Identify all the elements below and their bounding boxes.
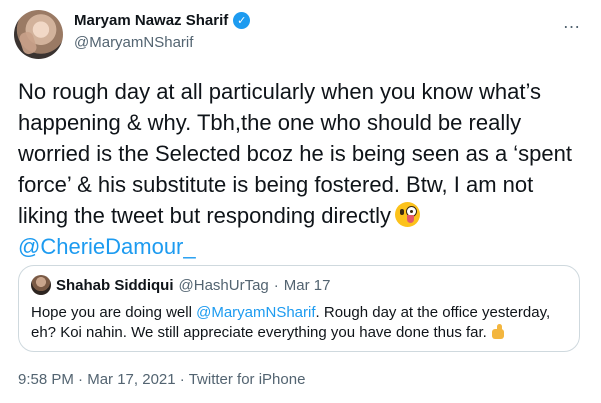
footer-separator-1: · <box>78 371 84 388</box>
author-display-name[interactable]: Maryam Nawaz Sharif <box>74 12 228 29</box>
quoted-author-avatar <box>31 275 51 295</box>
quoted-author-name: Shahab Siddiqui <box>56 276 174 294</box>
mention-link[interactable]: @CherieDamour_ <box>18 234 196 259</box>
tweet-card: Maryam Nawaz Sharif ✓ @MaryamNSharif … N… <box>0 0 601 403</box>
winking-face-with-tongue-icon <box>395 202 420 227</box>
tweet-metadata: 9:58 PM · Mar 17, 2021 · Twitter for iPh… <box>18 371 305 388</box>
quoted-tweet-header: Shahab Siddiqui @HashUrTag · Mar 17 <box>31 275 330 295</box>
tweet-date[interactable]: Mar 17, 2021 <box>87 371 175 388</box>
thumbs-up-icon <box>491 324 508 339</box>
quoted-author-handle: @HashUrTag <box>178 276 269 294</box>
tweet-time[interactable]: 9:58 PM <box>18 371 74 388</box>
quoted-separator: · <box>273 276 279 294</box>
quoted-text-before: Hope you are doing well <box>31 304 197 321</box>
quoted-tweet-text: Hope you are doing well @MaryamNSharif. … <box>31 303 571 343</box>
quoted-mention-link[interactable]: @MaryamNSharif <box>196 304 315 321</box>
tweet-text-body: No rough day at all particularly when yo… <box>18 79 572 228</box>
author-name-row: Maryam Nawaz Sharif ✓ <box>74 12 251 29</box>
more-options-icon[interactable]: … <box>558 12 586 32</box>
tweet-text: No rough day at all particularly when yo… <box>18 76 588 262</box>
tweet-source[interactable]: Twitter for iPhone <box>189 371 306 388</box>
author-avatar[interactable] <box>14 10 63 59</box>
quoted-date: Mar 17 <box>283 276 331 294</box>
quoted-tweet[interactable]: Shahab Siddiqui @HashUrTag · Mar 17 Hope… <box>18 265 580 352</box>
verified-badge-icon: ✓ <box>233 12 251 29</box>
author-handle[interactable]: @MaryamNSharif <box>74 34 193 51</box>
footer-separator-2: · <box>179 371 185 388</box>
